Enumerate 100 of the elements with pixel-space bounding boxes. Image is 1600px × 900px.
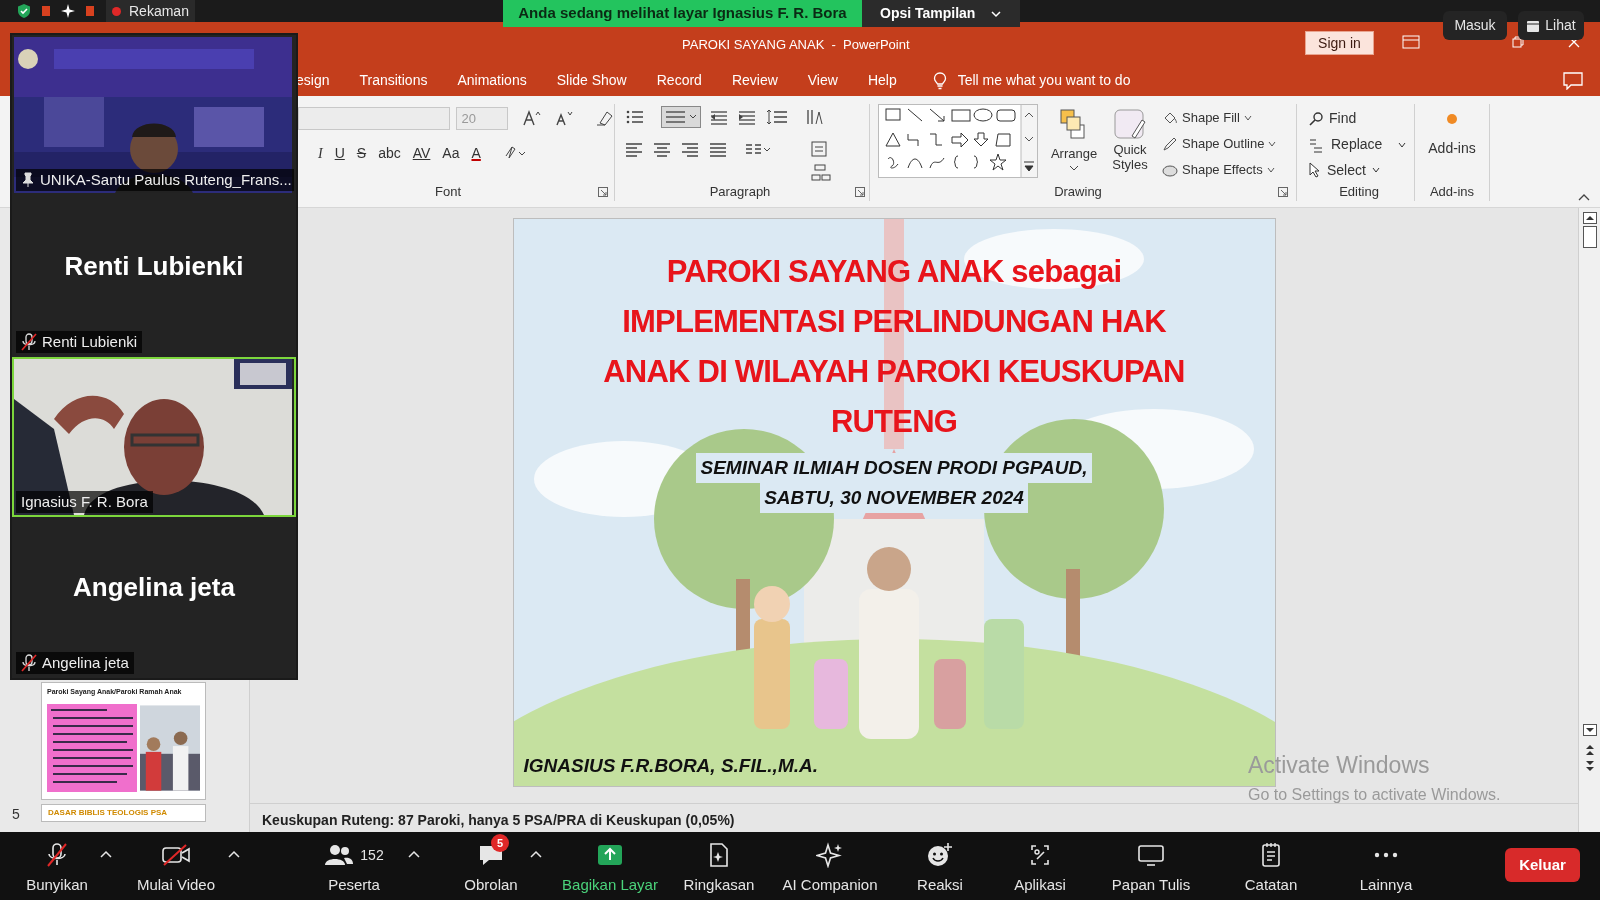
participant-name: Renti Lubienki (42, 331, 138, 352)
ribbon-tab[interactable]: Help (867, 65, 897, 96)
status-square (86, 6, 94, 16)
recording-indicator[interactable]: Rekaman (106, 0, 195, 22)
quick-styles-button[interactable]: Quick Styles (1104, 104, 1156, 180)
slide-author: IGNASIUS F.R.BORA, S.FIL.,M.A. (523, 753, 818, 778)
apps-icon (1028, 842, 1052, 868)
scroll-thumb[interactable] (1582, 226, 1597, 248)
toolbar-button[interactable]: Mulai Video (124, 832, 228, 897)
whiteboard-icon (1137, 843, 1165, 867)
align-left-icon[interactable] (625, 142, 643, 159)
group-label: Drawing (1054, 183, 1102, 202)
leave-button[interactable]: Keluar (1505, 848, 1580, 882)
toolbar-button[interactable]: Catatan (1212, 832, 1330, 897)
caret-icon (1243, 114, 1252, 121)
sharing-banner: Anda sedang melihat layar Ignasius F. R. Bora (503, 0, 862, 27)
shapes-gallery[interactable] (878, 104, 1038, 178)
shrink-font-icon[interactable] (554, 109, 574, 127)
sign-in-button[interactable]: Sign in (1305, 31, 1374, 55)
toolbar-button[interactable]: AI Companion (770, 832, 890, 897)
ribbon-tab[interactable]: View (807, 65, 838, 96)
justify-icon[interactable] (709, 142, 727, 159)
align-center-icon[interactable] (653, 142, 671, 159)
restore-icon[interactable] (1512, 36, 1524, 48)
caret-icon (1398, 141, 1407, 148)
shape-format-button[interactable]: Shape Outline (1162, 134, 1277, 153)
scroll-down-icon[interactable] (1582, 724, 1597, 736)
toolbar-button[interactable]: 152 Peserta (300, 832, 408, 897)
ribbon-tab[interactable]: Animations (457, 65, 527, 96)
toolbar-button[interactable]: Papan Tulis (1090, 832, 1212, 897)
dialog-launcher-icon[interactable] (598, 187, 608, 197)
clear-formatting-icon[interactable] (594, 109, 614, 127)
shield-icon (16, 3, 32, 19)
pointer-icon (1309, 162, 1321, 179)
sparkle-icon (60, 3, 76, 19)
caret-icon (1268, 140, 1277, 147)
toolbar-button[interactable]: Ringkasan (668, 832, 770, 897)
dialog-launcher-icon[interactable] (855, 187, 865, 197)
toolbar-button[interactable]: Reaksi (890, 832, 990, 897)
ribbon-tab[interactable]: Slide Show (556, 65, 627, 96)
toolbar-button[interactable]: Aplikasi (990, 832, 1090, 897)
font-format-button[interactable]: abc (372, 141, 407, 165)
lightbulb-icon[interactable] (932, 71, 947, 90)
editing-button[interactable]: Find (1309, 106, 1414, 132)
group-label: Editing (1339, 183, 1379, 202)
pen-icon (1162, 135, 1178, 152)
activation-message: Go to Settings to activate Windows. (1248, 784, 1501, 805)
slide-title-line: ANAK DI WILAYAH PAROKI KEUSKUPAN (603, 353, 1185, 391)
font-format-button[interactable]: AV (406, 141, 437, 165)
shape-format-button[interactable]: Shape Effects (1162, 160, 1277, 179)
align-right-icon[interactable] (681, 142, 699, 159)
ribbon-tab[interactable]: Record (656, 65, 702, 96)
participant-tile[interactable]: UNIKA-Santu Paulus Ruteng_Frans... (12, 35, 296, 195)
toolbar-button[interactable]: 5 Obrolan (452, 832, 530, 897)
ribbon-display-icon[interactable] (1402, 35, 1420, 49)
editing-button[interactable]: Replace (1309, 131, 1414, 158)
font-format-button[interactable]: A (465, 141, 487, 165)
stopped-video-icon (161, 843, 191, 867)
font-format-button[interactable]: I (312, 141, 329, 165)
smartart-icon[interactable] (811, 164, 833, 182)
tell-me-search[interactable]: Tell me what you want to do (957, 70, 1131, 91)
caret-icon[interactable] (100, 850, 112, 858)
toolbar-button[interactable]: Bagikan Layar (552, 832, 668, 897)
arrange-button[interactable]: Arrange (1048, 104, 1100, 180)
toolbar-button[interactable]: Bunyikan (14, 832, 100, 897)
toolbar-button[interactable]: Lainnya (1330, 832, 1442, 897)
comment-icon[interactable] (1563, 71, 1583, 90)
collapse-ribbon-icon[interactable] (1578, 193, 1590, 201)
caret-icon (991, 9, 1002, 18)
participant-tile[interactable]: Ignasius F. R. Bora (12, 357, 296, 517)
next-slide-icon[interactable] (1584, 760, 1595, 772)
group-label: Add-ins (1429, 183, 1475, 202)
caret-icon[interactable] (408, 850, 420, 858)
font-name-field[interactable] (298, 106, 451, 130)
participant-name: UNIKA-Santu Paulus Ruteng_Frans... (40, 169, 292, 190)
view-options-button[interactable]: Opsi Tampilan (862, 0, 1020, 27)
shape-format-button[interactable]: Shape Fill (1162, 108, 1277, 127)
notes-icon (1260, 842, 1282, 868)
sign-in-pill[interactable]: Masuk (1443, 11, 1507, 40)
slide-title-line: RUTENG (830, 403, 958, 441)
ribbon-tab[interactable]: Review (731, 65, 778, 96)
previous-slide-icon[interactable] (1584, 744, 1595, 756)
view-pill[interactable]: Lihat (1518, 11, 1584, 40)
font-format-button[interactable]: U (328, 141, 351, 165)
caret-icon[interactable] (530, 850, 542, 858)
dialog-launcher-icon[interactable] (1278, 187, 1288, 197)
numbering-icon[interactable] (661, 105, 701, 128)
grow-font-icon[interactable] (522, 109, 542, 127)
slide-title-line: PAROKI SAYANG ANAK sebagai (666, 253, 1122, 291)
font-format-button[interactable]: S (350, 141, 373, 165)
add-ins-button[interactable]: Add-ins (1428, 104, 1476, 159)
font-format-button[interactable]: Aa (436, 141, 466, 165)
participant-tile[interactable]: Angelina jeta Angelina jeta (12, 517, 296, 678)
scroll-up-icon[interactable] (1582, 212, 1597, 224)
editing-button[interactable]: Select (1309, 157, 1414, 183)
line-spacing-icon[interactable] (765, 107, 789, 126)
caret-icon[interactable] (228, 850, 240, 858)
participant-tile[interactable]: Renti Lubienki Renti Lubienki (12, 195, 296, 357)
smiley-plus-icon (926, 842, 954, 868)
ribbon-tab[interactable]: Transitions (359, 65, 428, 96)
